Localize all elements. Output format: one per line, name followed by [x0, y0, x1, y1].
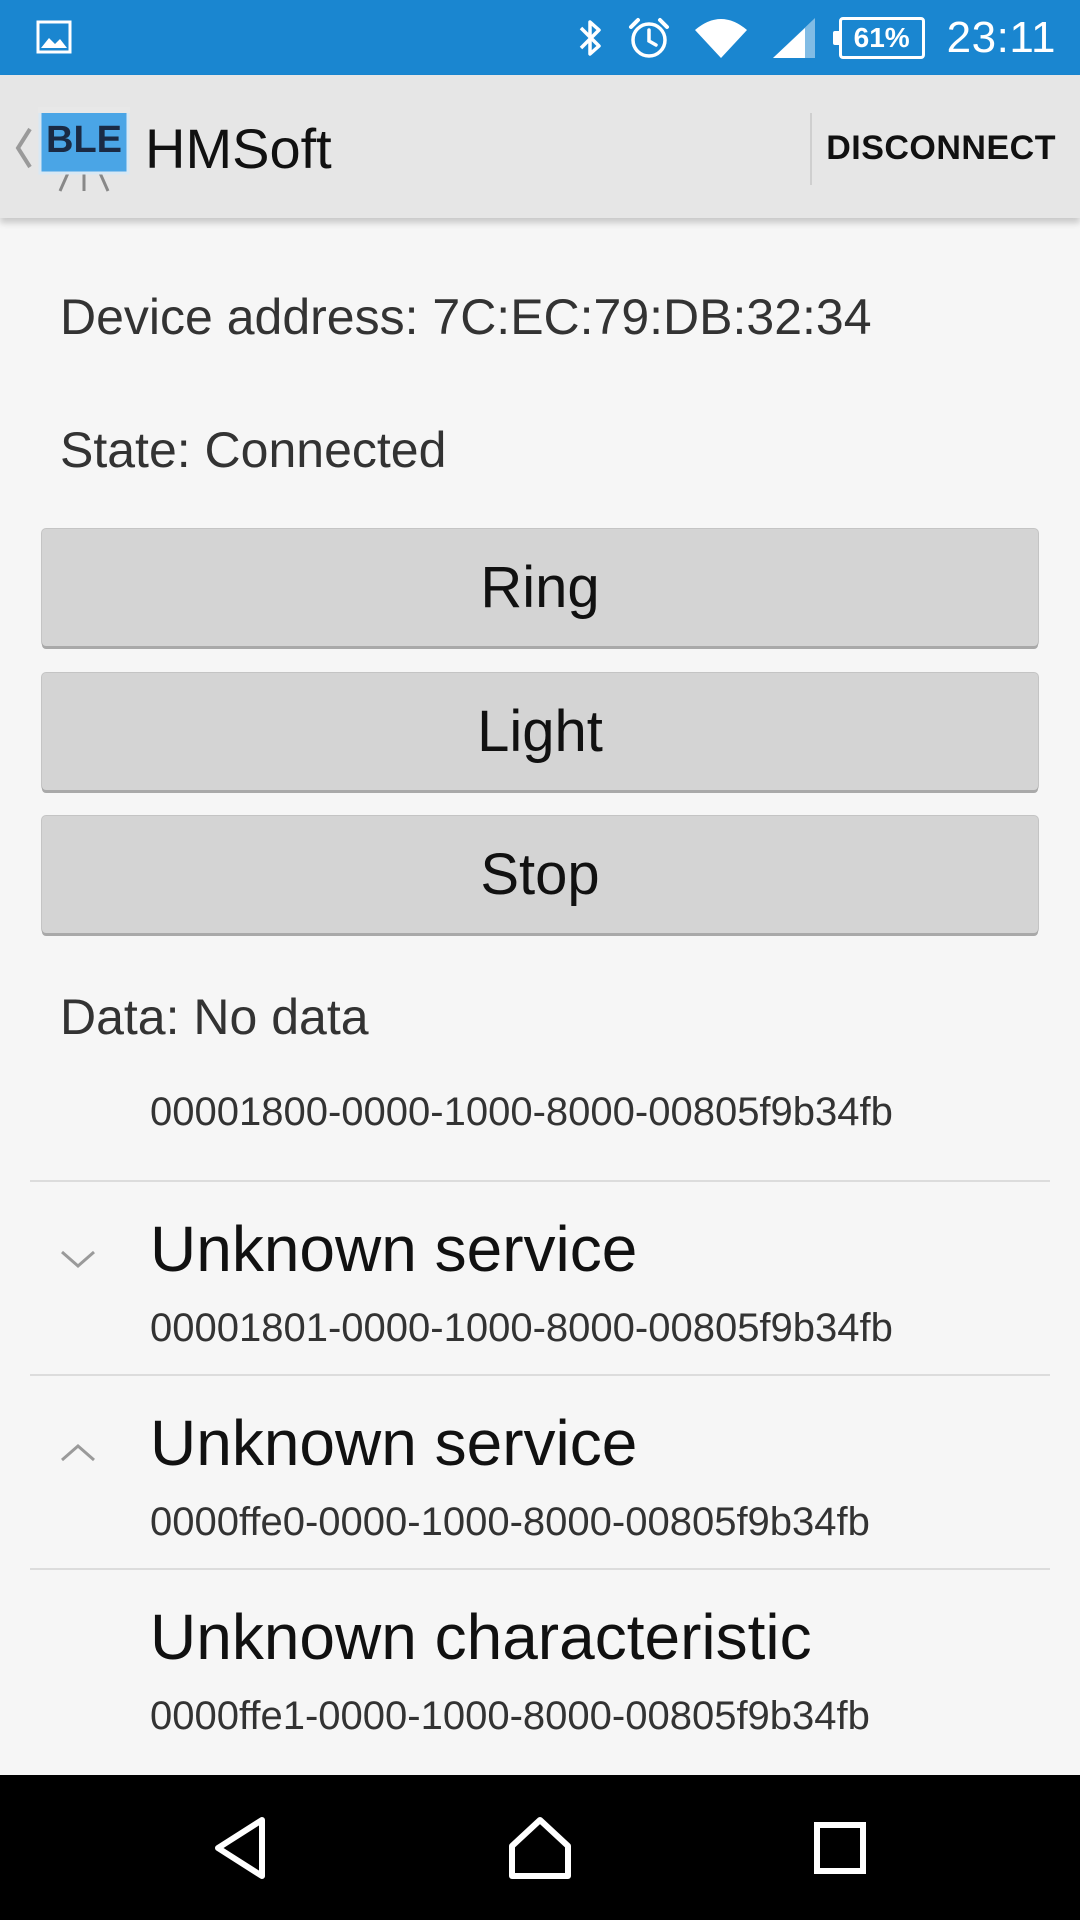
connection-state: State: Connected [60, 422, 447, 478]
bluetooth-icon [579, 19, 601, 56]
service-title: Unknown service [150, 1213, 638, 1285]
list-item[interactable]: Unknown service 00001801-0000-1000-8000-… [30, 1182, 1050, 1374]
disconnect-button[interactable]: DISCONNECT [826, 120, 1056, 176]
list-item[interactable]: Unknown characteristic 0000ffe1-0000-100… [30, 1570, 1050, 1760]
device-control-content: Device address: 7C:EC:79:DB:32:34 State:… [0, 218, 1080, 1775]
battery-icon: 61% [832, 16, 925, 59]
alarm-icon [628, 17, 669, 58]
ring-button[interactable]: Ring [42, 529, 1038, 646]
gallery-icon [36, 20, 72, 54]
device-address: Device address: 7C:EC:79:DB:32:34 [60, 289, 872, 345]
home-icon [509, 1816, 571, 1879]
app-icon-text: BLE [46, 119, 122, 161]
list-item[interactable]: Unknown service 0000ffe0-0000-1000-8000-… [30, 1376, 1050, 1568]
wifi-icon [694, 18, 747, 58]
clock: 23:11 [946, 12, 1056, 62]
signal-icon [772, 17, 815, 58]
status-icons: 61% 23:11 [577, 0, 1056, 75]
action-bar: BLE HMSoft DISCONNECT [0, 75, 1080, 218]
recent-apps-button[interactable] [790, 1805, 890, 1890]
data-value: Data: No data [60, 989, 369, 1045]
back-icon [215, 1816, 265, 1879]
chevron-down-icon [61, 1250, 95, 1268]
app-title: HMSoft [145, 117, 332, 180]
back-button[interactable] [190, 1805, 290, 1890]
status-bar: 61% 23:11 [0, 0, 1080, 75]
characteristic-uuid: 0000ffe1-0000-1000-8000-00805f9b34fb [150, 1694, 870, 1738]
service-uuid: 0000ffe0-0000-1000-8000-00805f9b34fb [150, 1500, 870, 1544]
recent-apps-icon [814, 1821, 866, 1874]
home-button[interactable] [490, 1805, 590, 1890]
navigation-bar [0, 1775, 1080, 1920]
action-bar-divider [810, 113, 812, 185]
up-navigation-icon[interactable] [12, 123, 34, 173]
battery-percent: 61% [853, 21, 910, 53]
chevron-up-icon [61, 1444, 95, 1462]
service-title: Unknown service [150, 1407, 638, 1479]
characteristic-title: Unknown characteristic [150, 1601, 812, 1673]
service-uuid: 00001801-0000-1000-8000-00805f9b34fb [150, 1306, 893, 1350]
list-item[interactable]: 00001800-0000-1000-8000-00805f9b34fb [30, 1068, 1050, 1180]
light-button[interactable]: Light [42, 673, 1038, 790]
ble-app-icon[interactable]: BLE [38, 105, 130, 195]
service-uuid: 00001800-0000-1000-8000-00805f9b34fb [150, 1090, 893, 1134]
stop-button[interactable]: Stop [42, 816, 1038, 933]
